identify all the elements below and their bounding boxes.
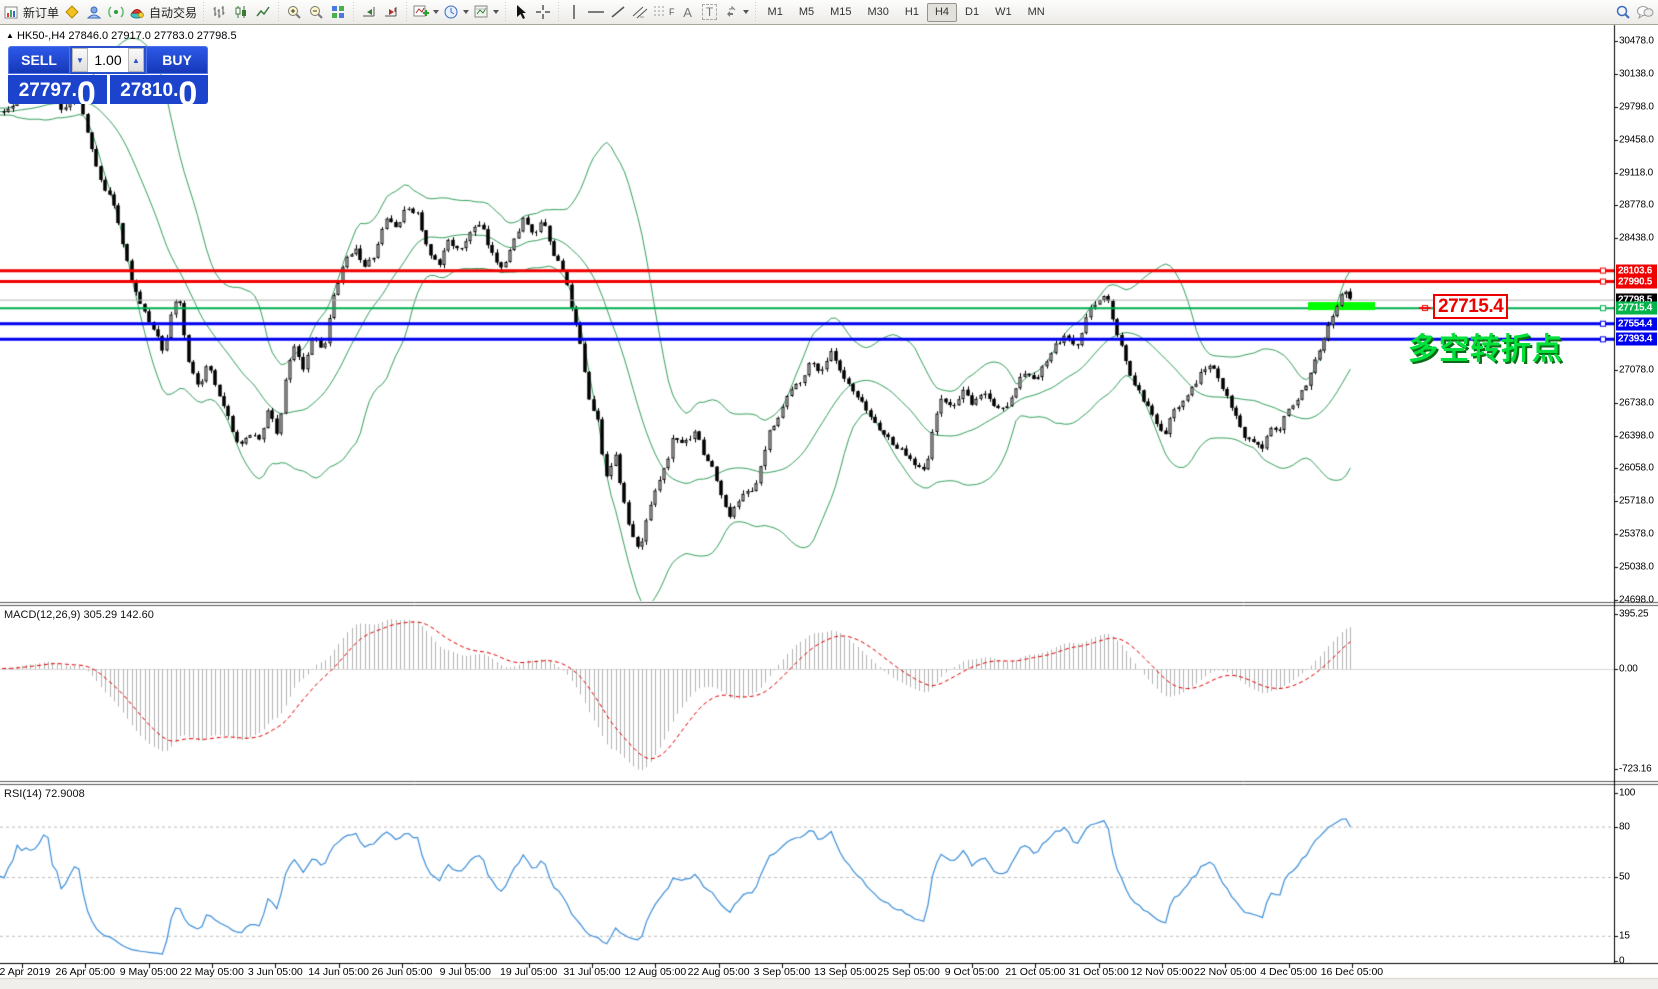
buy-price-big: 0	[178, 79, 197, 104]
toolbar-separator	[753, 2, 758, 22]
line-chart-icon[interactable]	[252, 2, 274, 23]
fibonacci-letter: F	[669, 7, 675, 17]
timeframe-m15[interactable]: M15	[822, 3, 859, 22]
candlestick-chart-icon[interactable]	[230, 2, 252, 23]
timeframe-mn[interactable]: MN	[1020, 3, 1053, 22]
sell-price-main: 27797	[19, 78, 72, 104]
sell-price-big: 0	[77, 79, 96, 104]
indicators-icon[interactable]	[411, 2, 441, 23]
accounts-icon[interactable]	[83, 2, 105, 23]
dropdown-caret	[743, 10, 749, 14]
volume-control: ▼ 1.00 ▲	[70, 46, 146, 74]
tile-windows-icon[interactable]	[327, 2, 349, 23]
text-letter: A	[683, 5, 692, 20]
timeframe-group: M1M5M15M30H1H4D1W1MN	[760, 3, 1053, 22]
application-window: 新订单 自动交易	[0, 0, 1658, 989]
bar-chart-icon[interactable]	[208, 2, 230, 23]
buy-button[interactable]: BUY	[146, 46, 208, 74]
timeframe-w1[interactable]: W1	[987, 3, 1020, 22]
vertical-line-icon[interactable]	[563, 2, 585, 23]
periods-icon[interactable]	[441, 2, 471, 23]
toolbar-separator	[201, 2, 206, 22]
timeframe-m5[interactable]: M5	[791, 3, 822, 22]
market-icon[interactable]	[61, 2, 83, 23]
fibonacci-icon[interactable]: F	[651, 2, 677, 23]
timeframe-h1[interactable]: H1	[897, 3, 927, 22]
arrows-icon[interactable]	[721, 2, 751, 23]
volume-down-stepper[interactable]: ▼	[72, 48, 88, 72]
zoom-in-icon[interactable]	[283, 2, 305, 23]
volume-value[interactable]: 1.00	[88, 52, 128, 68]
chart-canvas[interactable]	[0, 0, 1658, 989]
chat-icon[interactable]	[1634, 2, 1656, 23]
one-click-trade-panel: SELL ▼ 1.00 ▲ BUY 27797.0 27810.0	[8, 46, 208, 104]
buy-price-main: 27810	[120, 78, 173, 104]
dropdown-caret	[433, 10, 439, 14]
new-order-label: 新订单	[23, 4, 59, 21]
trendline-icon[interactable]	[607, 2, 629, 23]
crosshair-icon[interactable]	[532, 2, 554, 23]
shift-chart-icon[interactable]	[358, 2, 380, 23]
buy-price[interactable]: 27810.0	[110, 75, 209, 104]
toolbar-separator	[556, 2, 561, 22]
toolbar-separator	[404, 2, 409, 22]
signals-icon[interactable]	[105, 2, 127, 23]
timeframe-m30[interactable]: M30	[860, 3, 897, 22]
volume-up-stepper[interactable]: ▲	[128, 48, 144, 72]
cursor-icon[interactable]	[510, 2, 532, 23]
dropdown-caret	[493, 10, 499, 14]
autoscroll-icon[interactable]	[380, 2, 402, 23]
timeframe-d1[interactable]: D1	[957, 3, 987, 22]
autotrading-label: 自动交易	[149, 4, 197, 21]
templates-icon[interactable]	[471, 2, 501, 23]
toolbar-separator	[503, 2, 508, 22]
dropdown-caret	[463, 10, 469, 14]
text-label-icon[interactable]: T	[699, 2, 721, 23]
channel-icon[interactable]	[629, 2, 651, 23]
toolbar-separator	[351, 2, 356, 22]
text-icon[interactable]: A	[677, 2, 699, 23]
new-order-icon[interactable]: 新订单	[2, 2, 61, 23]
horizontal-line-icon[interactable]	[585, 2, 607, 23]
label-letter: T	[702, 4, 717, 20]
timeframe-m1[interactable]: M1	[760, 3, 791, 22]
zoom-out-icon[interactable]	[305, 2, 327, 23]
autotrading-icon[interactable]: 自动交易	[127, 2, 199, 23]
toolbar-separator	[276, 2, 281, 22]
sell-button[interactable]: SELL	[8, 46, 70, 74]
timeframe-h4[interactable]: H4	[927, 3, 957, 22]
toolbar: 新订单 自动交易	[0, 0, 1658, 25]
search-icon[interactable]	[1612, 2, 1634, 23]
sell-price[interactable]: 27797.0	[8, 75, 107, 104]
